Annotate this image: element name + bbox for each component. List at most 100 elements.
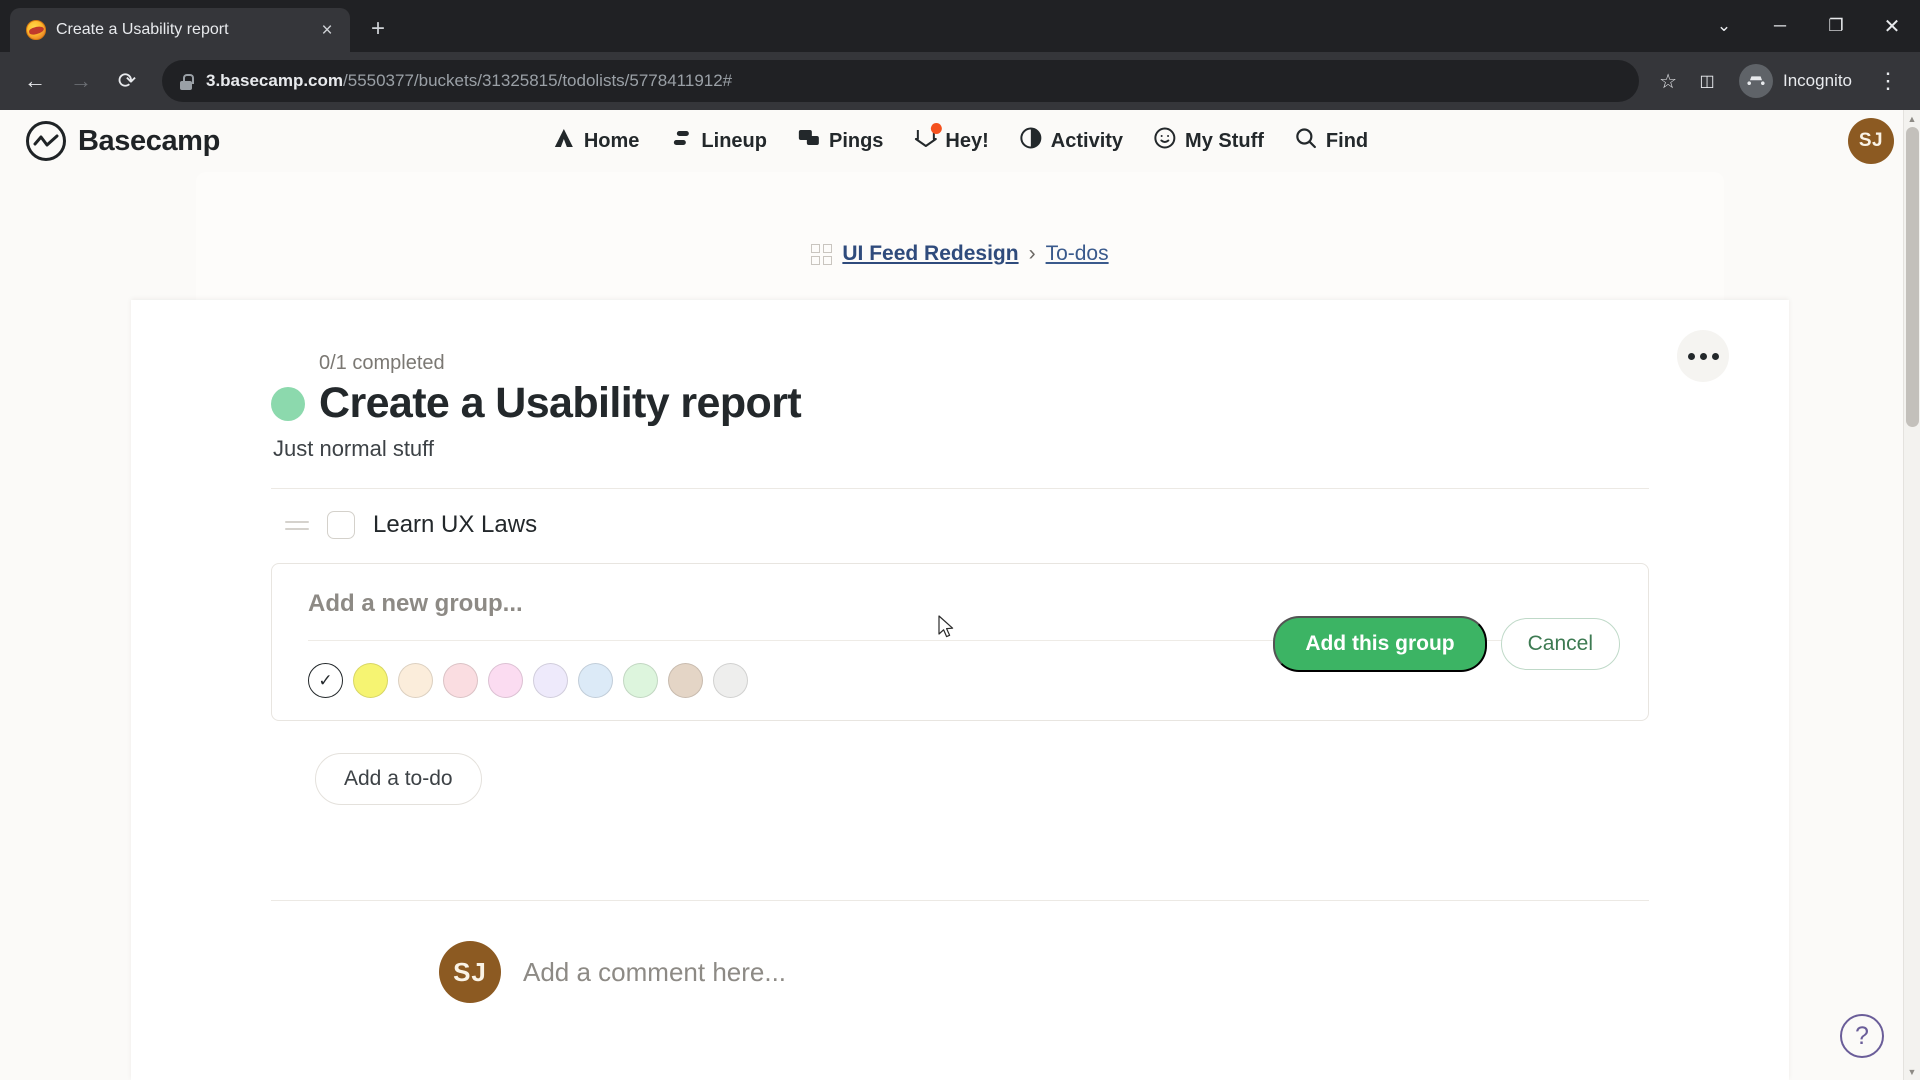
nav-item-home[interactable]: Home bbox=[552, 126, 640, 156]
new-group-actions: Add this group Cancel bbox=[1273, 616, 1620, 672]
main-nav: Home Lineup Pings Hey! Activity My Stuff… bbox=[552, 123, 1368, 156]
color-swatch-pink[interactable] bbox=[488, 663, 523, 698]
nav-label: Find bbox=[1325, 129, 1369, 152]
nav-item-my-stuff[interactable]: My Stuff bbox=[1153, 126, 1264, 156]
browser-toolbar: ← → ⟳ 3.basecamp.com/5550377/buckets/313… bbox=[0, 52, 1920, 110]
nav-item-activity[interactable]: Activity bbox=[1019, 126, 1123, 156]
color-swatch-blue[interactable] bbox=[578, 663, 613, 698]
maximize-window-icon[interactable]: ❐ bbox=[1808, 0, 1864, 52]
dot bbox=[1699, 352, 1707, 360]
basecamp-logo-text: Basecamp bbox=[78, 124, 220, 157]
nav-label: Lineup bbox=[701, 129, 767, 152]
nav-item-lineup[interactable]: Lineup bbox=[669, 126, 767, 156]
breadcrumb: UI Feed Redesign › To-dos bbox=[811, 206, 1109, 302]
todolist-sheet: 0/1 completed Create a Usability report … bbox=[131, 300, 1789, 1080]
scrollbar-thumb[interactable] bbox=[1906, 127, 1919, 427]
lock-icon bbox=[178, 73, 194, 90]
scroll-up-icon[interactable]: ▲ bbox=[1904, 110, 1920, 127]
todo-label: Learn UX Laws bbox=[373, 511, 538, 538]
close-window-icon[interactable]: ✕ bbox=[1864, 0, 1920, 52]
minimize-window-icon[interactable]: ─ bbox=[1752, 0, 1808, 52]
tab-title: Create a Usability report bbox=[56, 21, 229, 38]
lineup-icon bbox=[669, 126, 693, 156]
color-swatch-gray[interactable] bbox=[713, 663, 748, 698]
basecamp-logo-icon bbox=[26, 121, 66, 161]
basecamp-header: Basecamp Home Lineup Pings Hey! Activity… bbox=[0, 110, 1920, 172]
browser-tab[interactable]: Create a Usability report × bbox=[10, 8, 350, 52]
url-text: 3.basecamp.com/5550377/buckets/31325815/… bbox=[206, 71, 732, 91]
tab-strip: Create a Usability report × + ⌄ ─ ❐ ✕ bbox=[0, 0, 1920, 52]
basecamp-logo[interactable]: Basecamp bbox=[26, 121, 220, 161]
new-group-form: Add a new group... ✓ Add this group Canc… bbox=[271, 563, 1649, 721]
activity-pie-icon bbox=[1019, 126, 1043, 156]
minimize-all-icon[interactable]: ⌄ bbox=[1696, 0, 1752, 52]
address-bar[interactable]: 3.basecamp.com/5550377/buckets/31325815/… bbox=[162, 60, 1640, 102]
comment-input[interactable]: Add a comment here... bbox=[523, 957, 786, 988]
color-swatch-rose[interactable] bbox=[443, 663, 478, 698]
page-scrollbar[interactable]: ▲ ▼ bbox=[1903, 110, 1920, 1080]
list-subtitle: Just normal stuff bbox=[273, 436, 434, 461]
add-group-button[interactable]: Add this group bbox=[1273, 616, 1487, 672]
browser-menu-button[interactable]: ⋮ bbox=[1870, 68, 1906, 94]
nav-item-find[interactable]: Find bbox=[1294, 126, 1368, 156]
nav-item-hey[interactable]: Hey! bbox=[913, 123, 989, 156]
content-area: UI Feed Redesign › To-dos 0/1 completed … bbox=[0, 172, 1920, 1080]
scroll-down-icon[interactable]: ▼ bbox=[1904, 1063, 1920, 1080]
comment-composer[interactable]: SJ Add a comment here... bbox=[271, 901, 1649, 1003]
color-swatch-white[interactable]: ✓ bbox=[308, 663, 343, 698]
mouse-cursor bbox=[938, 615, 954, 638]
hey-badge-dot bbox=[930, 123, 942, 134]
color-swatch-peach[interactable] bbox=[398, 663, 433, 698]
comment-avatar: SJ bbox=[439, 941, 501, 1003]
url-host: 3.basecamp.com bbox=[206, 71, 344, 90]
help-button[interactable]: ? bbox=[1840, 1014, 1884, 1058]
check-icon: ✓ bbox=[318, 670, 333, 690]
nav-label: My Stuff bbox=[1185, 129, 1264, 152]
new-tab-button[interactable]: + bbox=[358, 9, 398, 49]
drag-handle-icon[interactable] bbox=[285, 520, 309, 530]
color-swatch-green[interactable] bbox=[623, 663, 658, 698]
breadcrumb-section-link[interactable]: To-dos bbox=[1046, 242, 1109, 266]
dot bbox=[1711, 352, 1719, 360]
url-path: /5550377/buckets/31325815/todolists/5778… bbox=[343, 71, 733, 90]
add-todo-button[interactable]: Add a to-do bbox=[315, 753, 482, 805]
back-button[interactable]: ← bbox=[14, 60, 56, 102]
bookmark-star-icon[interactable]: ☆ bbox=[1653, 69, 1683, 94]
grid-icon bbox=[811, 243, 833, 265]
title-row: Create a Usability report bbox=[271, 379, 1649, 428]
side-panel-icon[interactable]: ◫ bbox=[1687, 61, 1727, 101]
incognito-label: Incognito bbox=[1783, 71, 1852, 90]
smiley-icon bbox=[1153, 126, 1177, 156]
color-swatch-yellow[interactable] bbox=[353, 663, 388, 698]
nav-label: Activity bbox=[1050, 129, 1124, 152]
breadcrumb-separator: › bbox=[1028, 242, 1036, 265]
breadcrumb-card: UI Feed Redesign › To-dos bbox=[196, 172, 1724, 302]
incognito-indicator[interactable]: Incognito bbox=[1735, 61, 1866, 101]
more-options-button[interactable] bbox=[1677, 330, 1729, 382]
nav-item-pings[interactable]: Pings bbox=[797, 126, 883, 156]
nav-label: Home bbox=[583, 129, 640, 152]
breadcrumb-project-link[interactable]: UI Feed Redesign bbox=[842, 242, 1018, 266]
todo-item[interactable]: Learn UX Laws bbox=[271, 489, 1649, 561]
completed-count: 0/1 completed bbox=[319, 352, 445, 374]
cancel-button[interactable]: Cancel bbox=[1500, 618, 1620, 670]
page-viewport: Basecamp Home Lineup Pings Hey! Activity… bbox=[0, 110, 1920, 1080]
nav-label: Hey! bbox=[945, 129, 989, 152]
nav-label: Pings bbox=[828, 129, 884, 152]
user-avatar[interactable]: SJ bbox=[1848, 118, 1894, 164]
home-icon bbox=[552, 126, 576, 156]
browser-window: Create a Usability report × + ⌄ ─ ❐ ✕ ← … bbox=[0, 0, 1920, 1080]
basecamp-favicon-icon bbox=[26, 20, 46, 40]
dot bbox=[1687, 352, 1695, 360]
list-color-dot-icon bbox=[271, 386, 305, 421]
close-tab-icon[interactable]: × bbox=[314, 17, 340, 43]
pings-icon bbox=[797, 126, 821, 156]
incognito-icon bbox=[1739, 64, 1773, 98]
color-swatch-lavender[interactable] bbox=[533, 663, 568, 698]
page-title: Create a Usability report bbox=[319, 379, 802, 427]
reload-button[interactable]: ⟳ bbox=[106, 60, 148, 102]
search-icon bbox=[1294, 126, 1318, 156]
color-swatch-tan[interactable] bbox=[668, 663, 703, 698]
forward-button[interactable]: → bbox=[60, 60, 102, 102]
todo-checkbox[interactable] bbox=[327, 511, 355, 539]
